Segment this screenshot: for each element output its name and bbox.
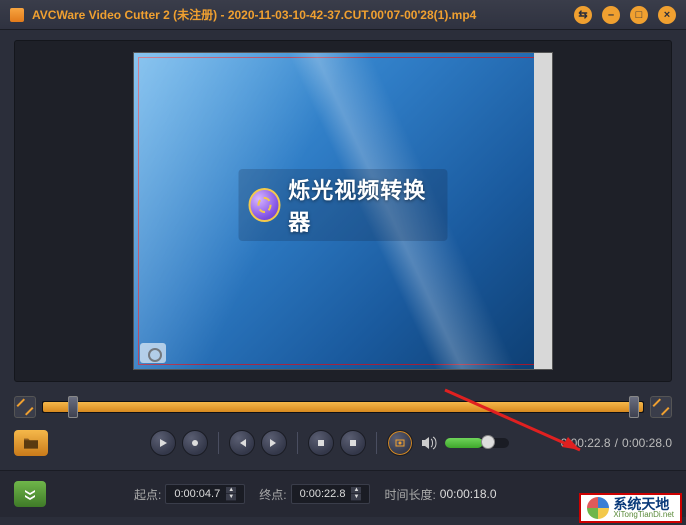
snapshot-icon [395,438,405,448]
time-display: 0:00:22.8 / 0:00:28.0 [561,436,672,450]
watermark: 系统天地 XiTongTianDi.net [579,493,682,523]
stop-alt-button[interactable] [340,430,366,456]
folder-icon [22,436,40,450]
end-step-down[interactable]: ▼ [351,494,361,501]
stop-icon [316,438,326,448]
video-overlay-badge: 烁光视频转换器 [239,169,448,241]
cut-start-icon[interactable] [14,396,36,418]
open-file-button[interactable] [14,430,48,456]
camera-icon [140,343,166,363]
app-icon [10,8,24,22]
watermark-logo-icon [587,497,609,519]
prev-frame-button[interactable] [229,430,255,456]
end-step-up[interactable]: ▲ [351,487,361,494]
end-label: 终点: [259,486,286,503]
end-field-group: 终点: 0:00:22.8 ▲ ▼ [259,484,370,504]
video-content-scrollbar [534,53,552,369]
maximize-button[interactable]: □ [630,6,648,24]
separator [297,432,298,454]
separator [218,432,219,454]
end-stepper: ▲ ▼ [351,487,361,501]
controls-row: 0:00:22.8 / 0:00:28.0 [14,430,672,456]
title-separator: - [217,8,228,22]
window-controls: ⇆ – □ × [574,6,676,24]
video-preview[interactable]: 烁光视频转换器 [133,52,553,370]
start-step-up[interactable]: ▲ [226,487,236,494]
next-icon [269,438,279,448]
timeline-start-marker[interactable] [68,396,78,418]
start-time-value: 0:00:04.7 [174,488,220,500]
start-time-input[interactable]: 0:00:04.7 ▲ ▼ [165,484,245,504]
chevrons-down-icon [23,487,37,501]
volume-fill [445,438,483,448]
duration-value: 00:00:18.0 [440,487,497,501]
separator [376,432,377,454]
start-stepper: ▲ ▼ [226,487,236,501]
total-time: 0:00:28.0 [622,436,672,450]
window-title: AVCWare Video Cutter 2 (未注册) - 2020-11-0… [32,6,476,23]
prev-icon [237,438,247,448]
start-step-down[interactable]: ▼ [226,494,236,501]
end-time-input[interactable]: 0:00:22.8 ▲ ▼ [291,484,371,504]
switch-button[interactable]: ⇆ [574,6,592,24]
volume-thumb[interactable] [481,435,495,449]
titlebar: AVCWare Video Cutter 2 (未注册) - 2020-11-0… [0,0,686,30]
record-icon [190,438,200,448]
volume-slider[interactable] [445,438,509,448]
volume-icon [421,436,437,450]
time-separator: / [615,436,618,450]
overlay-logo-icon [249,188,281,222]
minimize-button[interactable]: – [602,6,620,24]
volume-button[interactable] [419,433,439,453]
duration-field-group: 时间长度: 00:00:18.0 [384,486,496,503]
watermark-cn: 系统天地 [613,497,674,511]
video-preview-frame: 烁光视频转换器 [14,40,672,382]
timeline-end-marker[interactable] [629,396,639,418]
duration-label: 时间长度: [384,486,435,503]
stop-alt-icon [348,438,358,448]
play-icon [158,438,168,448]
watermark-text: 系统天地 XiTongTianDi.net [613,497,674,519]
next-frame-button[interactable] [261,430,287,456]
end-time-value: 0:00:22.8 [300,488,346,500]
overlay-text: 烁光视频转换器 [288,173,437,237]
play-button[interactable] [150,430,176,456]
export-button[interactable] [14,481,46,507]
timeline-track[interactable] [42,401,644,413]
current-time: 0:00:22.8 [561,436,611,450]
timeline-row [14,396,672,418]
watermark-en: XiTongTianDi.net [613,511,674,519]
cut-end-icon[interactable] [650,396,672,418]
main-area: 烁光视频转换器 [0,30,686,456]
start-field-group: 起点: 0:00:04.7 ▲ ▼ [134,484,245,504]
close-button[interactable]: × [658,6,676,24]
stop-button[interactable] [308,430,334,456]
snapshot-button[interactable] [387,430,413,456]
timeline-fill [43,402,643,412]
record-button[interactable] [182,430,208,456]
app-name-text: AVCWare Video Cutter 2 (未注册) [32,8,217,22]
file-name-text: 2020-11-03-10-42-37.CUT.00'07-00'28(1).m… [228,8,477,22]
start-label: 起点: [134,486,161,503]
